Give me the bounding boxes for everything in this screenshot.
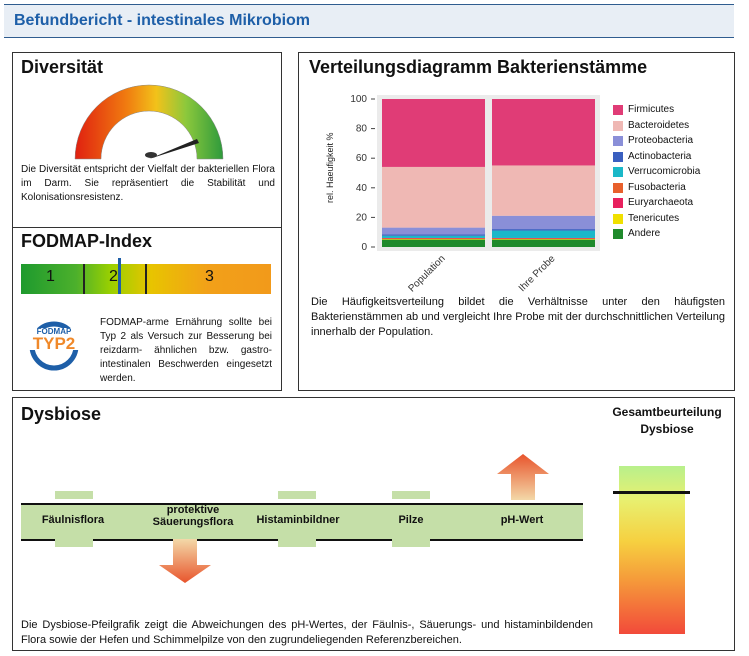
label-protective-flora: protektive Säuerungsflora	[152, 504, 234, 528]
legend-swatch	[613, 151, 623, 162]
bar-segment-actinobacteria	[382, 234, 485, 236]
y-tick-label: 40	[356, 183, 368, 194]
legend-swatch	[613, 229, 623, 239]
chart-legend: Firmicutes Bacteroidetes Proteobacteria Act…	[613, 104, 733, 255]
fodmap-index-bar: 1 2 3	[21, 264, 271, 294]
diversity-title: Diversität	[21, 57, 104, 77]
legend-item: Tenericutes	[628, 212, 680, 224]
fodmap-description: FODMAP-arme Ernährung sollte bei Typ 2 a…	[100, 317, 272, 384]
fodmap-panel: FODMAP-Index 1 2 3 FODMAP TYP2 FODMAP-ar…	[12, 227, 282, 391]
distribution-panel: Verteilungsdiagramm Bakterienstämme 0 20 4…	[298, 52, 735, 391]
report-header: Befundbericht - intestinales Mikrobiom	[4, 4, 734, 38]
protective-flora-down-arrow	[159, 539, 211, 583]
diversity-panel: Diversität Die Diversität entspricht der…	[12, 52, 282, 228]
legend-item: Actinobacteria	[628, 150, 692, 162]
bar-segment-tenericutes	[382, 238, 485, 240]
bar-segment-firmicutes	[492, 99, 595, 166]
x-tick-label: Population	[406, 253, 447, 294]
bar-segment-euryarchaeota	[492, 238, 595, 239]
label-faeulnisflora: Fäulnisflora	[41, 514, 105, 526]
bar-segment-bacteroidetes	[382, 166, 485, 228]
bar-segment-tenericutes	[492, 238, 595, 240]
legend-swatch	[613, 136, 623, 146]
bar-segment-fusobacteria	[492, 237, 595, 239]
overall-dysbiosis-marker	[613, 491, 690, 494]
label-ph-wert: pH-Wert	[500, 514, 544, 526]
diversity-gauge	[74, 84, 224, 160]
fodmap-scale-2: 2	[109, 268, 118, 285]
legend-item: Proteobacteria	[628, 135, 694, 146]
dysbiosis-title: Dysbiose	[21, 404, 102, 424]
bar-segment-andere	[492, 239, 595, 247]
bar-segment-proteobacteria	[492, 215, 595, 230]
bar-segment-verrucomicrobia	[382, 235, 485, 238]
overall-assessment-title: Gesamtbeurteilung Dysbiose	[612, 405, 722, 436]
y-tick-label: 0	[361, 242, 367, 253]
diversity-description: Die Diversität entspricht der Vielfalt d…	[21, 164, 275, 203]
label-pilze: Pilze	[398, 514, 424, 526]
legend-swatch	[613, 167, 623, 177]
fodmap-title: FODMAP-Index	[21, 231, 153, 251]
legend-item: Fusobacteria	[628, 181, 686, 193]
chart-y-label: rel. Haeufigkeit %	[325, 132, 335, 203]
dysbiosis-description: Die Dysbiose-Pfeilgrafik zeigt die Abwei…	[21, 619, 593, 646]
bar-segment-actinobacteria	[492, 229, 595, 231]
legend-swatch	[613, 213, 623, 224]
y-tick-label: 20	[356, 212, 368, 223]
fodmap-marker	[118, 258, 121, 294]
ph-up-arrow	[497, 454, 549, 500]
legend-item: Bacteroidetes	[628, 119, 690, 131]
dysbiosis-panel: Dysbiose Gesamtbeurteilung Dysbiose Fäul…	[12, 397, 735, 651]
y-tick-label: 80	[356, 124, 368, 135]
bar-segment-euryarchaeota	[382, 238, 485, 239]
label-histaminbildner: Histaminbildner	[256, 514, 340, 526]
bar-segment-proteobacteria	[382, 227, 485, 235]
legend-swatch	[613, 182, 623, 193]
fodmap-scale-1: 1	[46, 268, 55, 285]
y-tick-label: 60	[356, 153, 368, 164]
legend-item: Euryarchaeota	[628, 197, 694, 208]
x-tick-label: Ihre Probe	[517, 253, 558, 294]
fodmap-logo-main: TYP2	[32, 334, 76, 353]
y-tick-label: 100	[350, 94, 367, 105]
legend-item: Verrucomicrobia	[628, 166, 701, 177]
bar-segment-verrucomicrobia	[492, 230, 595, 238]
distribution-description: Die Häufigkeitsverteilung bildet die Ver…	[311, 296, 725, 338]
legend-item: Firmicutes	[628, 104, 675, 115]
legend-swatch	[613, 198, 623, 208]
legend-item: Andere	[628, 228, 661, 239]
bar-segment-fusobacteria	[382, 237, 485, 239]
fodmap-scale-3: 3	[205, 268, 214, 285]
legend-swatch	[613, 120, 623, 131]
legend-swatch	[613, 105, 623, 115]
bar-segment-bacteroidetes	[492, 165, 595, 216]
report-title: Befundbericht - intestinales Mikrobiom	[14, 12, 311, 29]
bar-segment-andere	[382, 239, 485, 247]
bar-segment-firmicutes	[382, 99, 485, 167]
